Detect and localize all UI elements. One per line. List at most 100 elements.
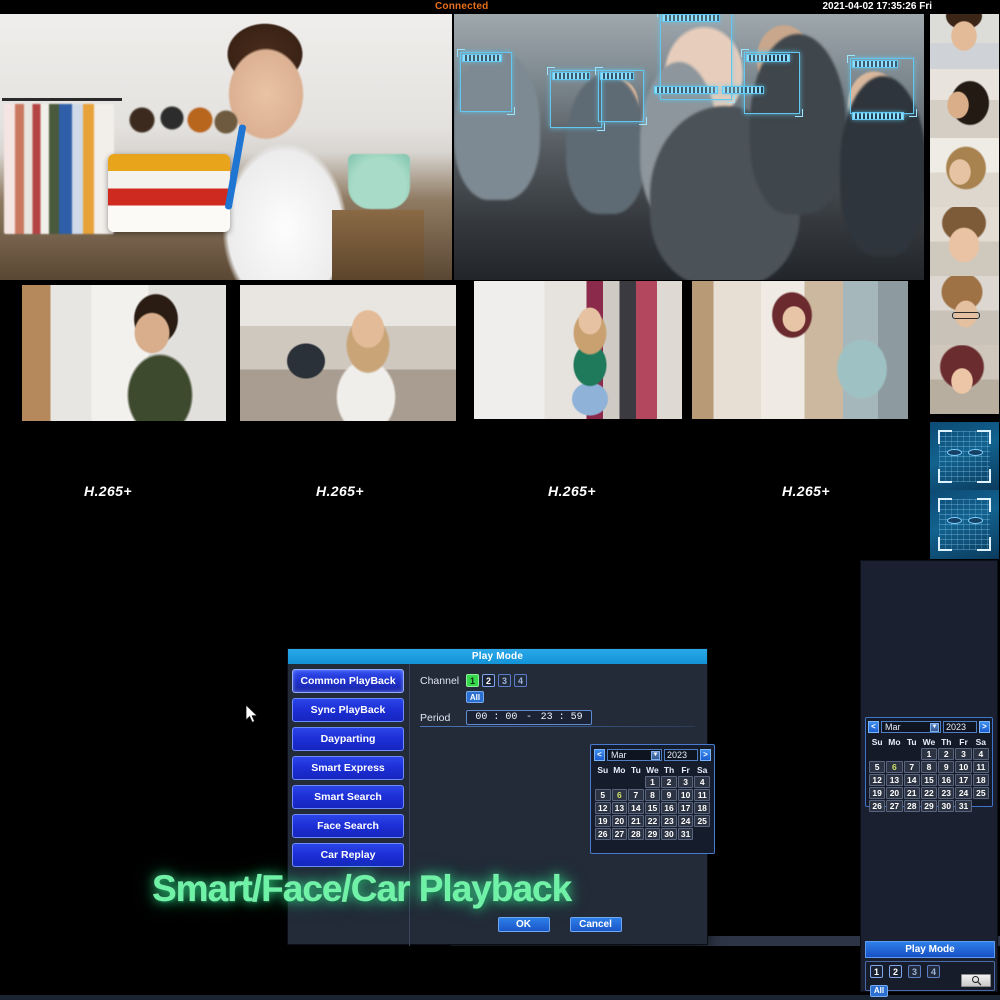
side-calendar-days[interactable]: 1 2 3 4 5 6 7 8 9 10 11 12 13 14 15 16 17 18 19 20 21 22 23 24 2… [869, 748, 989, 812]
face-thumb-8[interactable] [930, 490, 999, 559]
calendar-day-2[interactable]: 2 [938, 748, 955, 760]
calendar-day-15[interactable]: 15 [920, 774, 938, 786]
channel-2-live[interactable] [454, 14, 924, 280]
channel-5-live[interactable] [474, 281, 682, 419]
calendar-day-11[interactable]: 11 [694, 789, 710, 801]
side-calendar-year-field[interactable]: 2023 [943, 720, 977, 733]
calendar-day-25[interactable]: 25 [694, 815, 710, 827]
channel-all-button[interactable]: All [466, 691, 484, 703]
calendar-day-23[interactable]: 23 [938, 787, 955, 799]
dialog-channel-button-4[interactable]: 4 [514, 674, 527, 687]
side-channel-all-button[interactable]: All [870, 984, 888, 997]
calendar-day-20[interactable]: 20 [886, 787, 903, 799]
calendar-day-5[interactable]: 5 [869, 761, 886, 773]
calendar-day-11[interactable]: 11 [972, 761, 989, 773]
calendar-day-8[interactable]: 8 [644, 789, 661, 801]
calendar-day-19[interactable]: 19 [595, 815, 611, 827]
calendar-day-7[interactable]: 7 [903, 761, 920, 773]
calendar-day-23[interactable]: 23 [661, 815, 677, 827]
side-play-mode-button[interactable]: Play Mode [865, 941, 995, 958]
calendar-day-31[interactable]: 31 [955, 800, 972, 812]
calendar-day-5[interactable]: 5 [595, 789, 611, 801]
calendar-day-1[interactable]: 1 [644, 776, 661, 788]
calendar-day-14[interactable]: 14 [628, 802, 644, 814]
side-channel-button-3[interactable]: 3 [908, 965, 921, 978]
calendar-day-21[interactable]: 21 [628, 815, 644, 827]
calendar-day-13[interactable]: 13 [886, 774, 903, 786]
calendar-day-8[interactable]: 8 [920, 761, 938, 773]
calendar-day-10[interactable]: 10 [677, 789, 694, 801]
mode-button-car-replay[interactable]: Car Replay [292, 843, 404, 867]
calendar-day-27[interactable]: 27 [611, 828, 628, 840]
calendar-day-3[interactable]: 3 [955, 748, 972, 760]
calendar-day-21[interactable]: 21 [903, 787, 920, 799]
dialog-channel-button-3[interactable]: 3 [498, 674, 511, 687]
calendar-day-7[interactable]: 7 [628, 789, 644, 801]
face-thumb-2[interactable] [930, 69, 999, 138]
face-thumb-6[interactable] [930, 345, 999, 414]
side-calendar-next-button[interactable]: > [979, 720, 990, 733]
calendar-day-31[interactable]: 31 [677, 828, 694, 840]
calendar-day-1[interactable]: 1 [920, 748, 938, 760]
side-calendar-month-select[interactable]: Mar ▼ [881, 720, 941, 733]
side-channel-button-1[interactable]: 1 [870, 965, 883, 978]
channel-buttons[interactable]: 1234 [466, 674, 530, 687]
mode-button-smart-search[interactable]: Smart Search [292, 785, 404, 809]
dialog-channel-button-1[interactable]: 1 [466, 674, 479, 687]
calendar-day-12[interactable]: 12 [595, 802, 611, 814]
calendar-year-field[interactable]: 2023 [664, 748, 698, 761]
calendar-day-30[interactable]: 30 [938, 800, 955, 812]
calendar-day-12[interactable]: 12 [869, 774, 886, 786]
calendar-day-2[interactable]: 2 [661, 776, 677, 788]
calendar-day-29[interactable]: 29 [920, 800, 938, 812]
calendar-day-13[interactable]: 13 [611, 802, 628, 814]
face-thumb-3[interactable] [930, 138, 999, 207]
chevron-down-icon[interactable]: ▼ [930, 722, 939, 732]
calendar-day-26[interactable]: 26 [595, 828, 611, 840]
calendar-day-9[interactable]: 9 [938, 761, 955, 773]
calendar-day-19[interactable]: 19 [869, 787, 886, 799]
mode-button-sync-playback[interactable]: Sync PlayBack [292, 698, 404, 722]
face-thumb-7[interactable] [930, 422, 999, 491]
calendar-day-27[interactable]: 27 [886, 800, 903, 812]
face-thumb-4[interactable] [930, 207, 999, 276]
calendar-day-6[interactable]: 6 [611, 789, 628, 801]
calendar-day-10[interactable]: 10 [955, 761, 972, 773]
calendar-day-22[interactable]: 22 [920, 787, 938, 799]
calendar-day-17[interactable]: 17 [955, 774, 972, 786]
calendar-day-3[interactable]: 3 [677, 776, 694, 788]
calendar-day-4[interactable]: 4 [972, 748, 989, 760]
calendar-day-16[interactable]: 16 [661, 802, 677, 814]
calendar-prev-button[interactable]: < [594, 748, 605, 761]
calendar-day-14[interactable]: 14 [903, 774, 920, 786]
calendar-day-28[interactable]: 28 [903, 800, 920, 812]
calendar-days[interactable]: 1 2 3 4 5 6 7 8 9 10 11 12 13 14 15 16 17 18 19 20 21 22 23 24 2… [595, 776, 710, 840]
mode-button-dayparting[interactable]: Dayparting [292, 727, 404, 751]
calendar-day-4[interactable]: 4 [694, 776, 710, 788]
face-thumb-5[interactable] [930, 276, 999, 345]
calendar-day-26[interactable]: 26 [869, 800, 886, 812]
calendar-day-18[interactable]: 18 [694, 802, 710, 814]
calendar-day-20[interactable]: 20 [611, 815, 628, 827]
channel-1-live[interactable] [0, 14, 452, 280]
side-channel-button-2[interactable]: 2 [889, 965, 902, 978]
mode-button-smart-express[interactable]: Smart Express [292, 756, 404, 780]
calendar-day-9[interactable]: 9 [661, 789, 677, 801]
mode-button-common-playback[interactable]: Common PlayBack [292, 669, 404, 693]
calendar-day-28[interactable]: 28 [628, 828, 644, 840]
calendar-day-18[interactable]: 18 [972, 774, 989, 786]
calendar-month-select[interactable]: Mar ▼ [607, 748, 662, 761]
calendar-next-button[interactable]: > [700, 748, 711, 761]
calendar-day-16[interactable]: 16 [938, 774, 955, 786]
period-input[interactable]: 00 : 00 - 23 : 59 [466, 710, 592, 725]
dialog-channel-button-2[interactable]: 2 [482, 674, 495, 687]
calendar-day-25[interactable]: 25 [972, 787, 989, 799]
calendar-day-22[interactable]: 22 [644, 815, 661, 827]
mode-button-face-search[interactable]: Face Search [292, 814, 404, 838]
ok-button[interactable]: OK [497, 917, 550, 932]
channel-6-live[interactable] [692, 281, 908, 419]
side-calendar[interactable]: < Mar ▼ 2023 > Su Mo Tu We Th Fr Sa 1234567891… [865, 717, 993, 812]
calendar-day-17[interactable]: 17 [677, 802, 694, 814]
calendar-day-24[interactable]: 24 [677, 815, 694, 827]
calendar-day-24[interactable]: 24 [955, 787, 972, 799]
